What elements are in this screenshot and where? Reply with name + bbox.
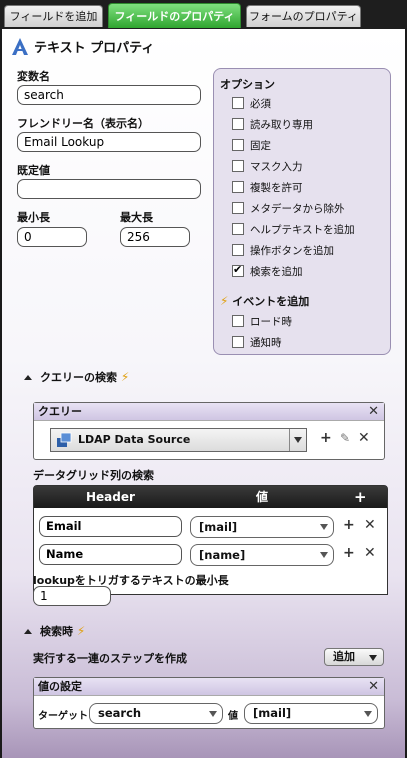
collapse-icon [24, 375, 32, 380]
add-help-text-label: ヘルプテキストを追加 [250, 224, 355, 236]
fixed-checkbox[interactable] [232, 139, 244, 151]
data-source-value: LDAP Data Source [78, 433, 191, 446]
lightning-icon: ⚡ [120, 370, 130, 384]
add-help-text-checkbox[interactable] [232, 223, 244, 235]
add-action-button-label: 操作ボタンを追加 [250, 245, 334, 257]
chevron-down-icon [320, 524, 328, 530]
on-load-label: ロード時 [250, 316, 292, 328]
options-title: オプション [220, 78, 275, 91]
default-value-label: 既定値 [17, 164, 50, 177]
row1-header-input[interactable]: Email [39, 516, 182, 537]
chevron-down-icon [369, 655, 377, 661]
max-length-input[interactable]: 256 [120, 227, 190, 247]
grid-search-label: データグリッド列の検索 [33, 469, 154, 482]
add-icon[interactable]: + [320, 430, 332, 446]
required-label: 必須 [250, 98, 271, 110]
target-value: search [98, 706, 142, 720]
value-select[interactable]: [mail] [244, 703, 378, 724]
close-step-icon[interactable]: ✕ [368, 679, 379, 694]
var-name-label: 変数名 [17, 70, 50, 83]
row1-value-select[interactable]: [mail] [190, 516, 334, 538]
on-search-title: 検索時 [40, 625, 73, 638]
row2-add-icon[interactable]: + [343, 545, 355, 561]
add-search-checkbox[interactable] [232, 263, 244, 277]
events-title-text: イベントを追加 [232, 295, 310, 308]
add-action-button-checkbox[interactable] [232, 244, 244, 256]
data-source-icon [57, 432, 72, 447]
edit-icon[interactable]: ✎ [340, 431, 350, 445]
target-label: ターゲット [38, 711, 88, 722]
row2-value: [name] [199, 548, 246, 562]
friendly-name-label: フレンドリー名（表示名） [17, 117, 149, 130]
mask-input-checkbox[interactable] [232, 160, 244, 172]
row1-add-icon[interactable]: + [343, 517, 355, 533]
friendly-name-input[interactable]: Email Lookup [17, 132, 201, 152]
panel-title: テキスト プロパティ [12, 37, 154, 56]
value-label: 値 [228, 711, 238, 722]
exclude-metadata-checkbox[interactable] [232, 202, 244, 214]
query-box-header: クエリー [34, 403, 384, 421]
tab-field-properties[interactable]: フィールドのプロパティ [108, 3, 241, 28]
readonly-checkbox[interactable] [232, 118, 244, 130]
data-source-select[interactable]: LDAP Data Source [50, 428, 307, 452]
tab-add-field[interactable]: フィールドを追加 [4, 5, 103, 27]
min-length-input[interactable]: 0 [17, 227, 87, 247]
query-search-title: クエリーの検索 [40, 371, 117, 384]
chevron-down-icon [209, 711, 217, 717]
panel-title-text: テキスト プロパティ [34, 41, 155, 56]
add-step-label: 追加 [333, 650, 355, 663]
row2-header-input[interactable]: Name [39, 544, 182, 565]
allow-duplicate-checkbox[interactable] [232, 181, 244, 193]
grid-value-col: 値 [256, 490, 269, 504]
tab-bar: フィールドを追加 フィールドのプロパティ フォームのプロパティ [0, 0, 407, 30]
row2-value-select[interactable]: [name] [190, 544, 334, 566]
value-value: [mail] [253, 706, 292, 720]
chevron-down-icon [320, 552, 328, 558]
row1-delete-icon[interactable]: ✕ [364, 517, 376, 533]
lightning-icon: ⚡ [220, 294, 229, 308]
add-step-button[interactable]: 追加 [324, 648, 384, 666]
query-box: クエリー ✕ LDAP Data Source + ✎ ✕ [33, 402, 385, 460]
mask-input-label: マスク入力 [250, 161, 303, 173]
lightning-icon: ⚡ [76, 624, 86, 638]
target-select[interactable]: search [89, 703, 223, 724]
readonly-label: 読み取り専用 [250, 119, 313, 131]
on-notify-checkbox[interactable] [232, 336, 244, 348]
max-length-label: 最大長 [120, 211, 153, 224]
data-source-dropdown-button[interactable] [289, 429, 306, 451]
options-group: オプション 必須 読み取り専用 固定 マスク入力 複製を許可 メタデータから除外… [213, 68, 391, 355]
query-search-section-header[interactable]: クエリーの検索 ⚡ [24, 369, 129, 385]
steps-label: 実行する一連のステップを作成 [33, 652, 187, 665]
tab-form-properties[interactable]: フォームのプロパティ [246, 5, 361, 27]
add-search-label: 検索を追加 [250, 266, 303, 278]
grid-header-col: Header [86, 490, 135, 504]
collapse-icon [24, 629, 32, 634]
row2-delete-icon[interactable]: ✕ [364, 545, 376, 561]
on-load-checkbox[interactable] [232, 315, 244, 327]
add-row-icon[interactable]: + [354, 486, 367, 508]
min-length-label: 最小長 [17, 211, 50, 224]
delete-icon[interactable]: ✕ [358, 430, 370, 446]
on-search-section-header[interactable]: 検索時 ⚡ [24, 623, 85, 639]
close-query-icon[interactable]: ✕ [368, 404, 379, 419]
default-value-input[interactable] [17, 179, 201, 199]
required-checkbox[interactable] [232, 97, 244, 109]
on-notify-label: 通知時 [250, 337, 282, 349]
allow-duplicate-label: 複製を許可 [250, 182, 303, 194]
set-value-step: 値の設定 ✕ ターゲット search 値 [mail] [33, 677, 385, 729]
min-lookup-input[interactable]: 1 [33, 586, 111, 606]
row1-value: [mail] [199, 520, 238, 534]
fixed-label: 固定 [250, 140, 271, 152]
grid-header-row: Header 値 + [34, 486, 387, 508]
exclude-metadata-label: メタデータから除外 [250, 203, 345, 215]
chevron-down-icon [294, 437, 302, 443]
events-title: ⚡ イベントを追加 [220, 293, 309, 309]
text-field-icon [12, 38, 28, 55]
set-value-header: 値の設定 [34, 678, 384, 696]
properties-panel: テキスト プロパティ 変数名 search フレンドリー名（表示名） Email… [2, 29, 405, 758]
chevron-down-icon [364, 711, 372, 717]
var-name-input[interactable]: search [17, 85, 201, 105]
